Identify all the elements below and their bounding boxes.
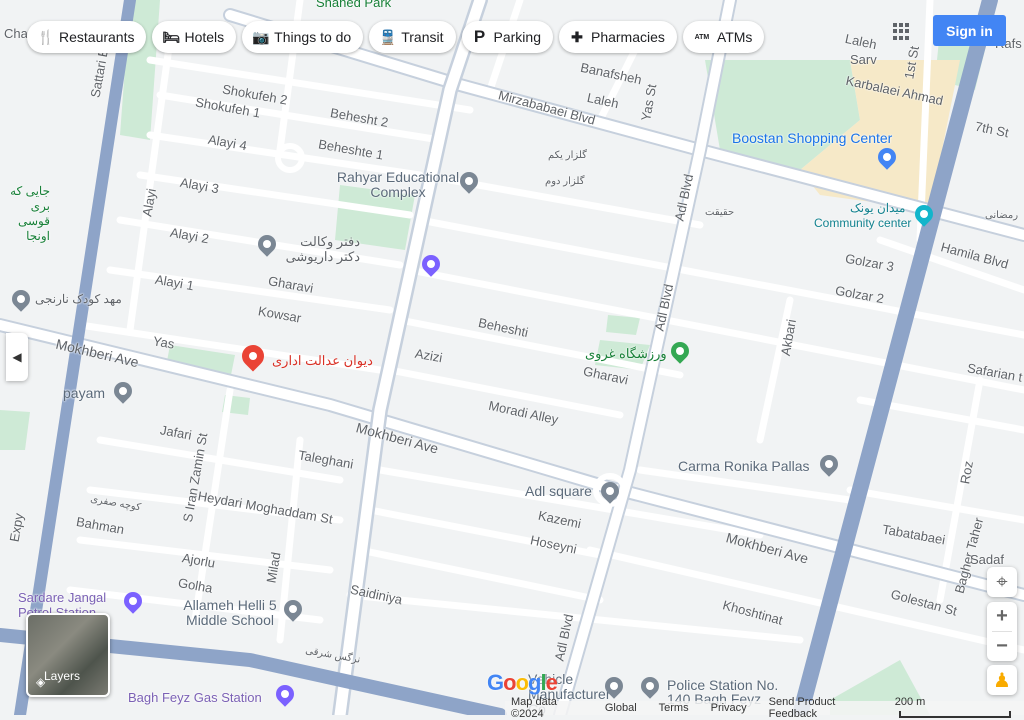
category-chips: 🍴 Restaurants 🛏 Hotels 📷 Things to do 🚆 Tran…: [27, 21, 765, 53]
scale-label: 200 m: [894, 696, 926, 708]
parking-icon: P: [473, 27, 486, 46]
scale-line: [898, 710, 1011, 718]
chip-label: Transit: [401, 29, 444, 45]
sign-in-button[interactable]: Sign in: [933, 15, 1006, 46]
map-canvas[interactable]: [0, 0, 1024, 715]
layers-label: ◈ Layers: [36, 669, 81, 689]
layers-button[interactable]: ◈ Layers: [26, 613, 110, 697]
label-ramazani: رمضانی: [985, 210, 1019, 221]
chip-label: Parking: [493, 29, 541, 45]
chevron-left-icon: ◀: [12, 350, 22, 364]
chip-parking[interactable]: P Parking: [461, 21, 553, 53]
chip-hotels[interactable]: 🛏 Hotels: [152, 21, 237, 53]
label-sarv: Sarv: [850, 52, 877, 67]
poi-bagh-feyz[interactable]: Bagh Feyz Gas Station: [128, 690, 262, 705]
chip-label: ATMs: [716, 29, 753, 45]
zoom-controls: + −: [987, 602, 1017, 661]
my-location-button[interactable]: ⌖: [987, 567, 1017, 597]
google-logo: Google: [487, 670, 558, 695]
layers-text: Layers: [44, 669, 81, 683]
global-link[interactable]: Global: [605, 702, 637, 714]
poi-carma[interactable]: Carma Ronika Pallas: [678, 458, 810, 474]
map-footer: Map data ©2024 Global Terms Privacy Send…: [505, 696, 1024, 720]
camera-icon: 📷: [252, 28, 270, 45]
pegman-button[interactable]: ♟: [987, 665, 1017, 695]
poi-allameh[interactable]: Allameh Helli 5 Middle School: [180, 598, 280, 628]
label-golzar-fa2: گلزار دوم: [545, 176, 585, 187]
pharmacy-icon: ✚: [571, 28, 583, 45]
poi-boostan[interactable]: Boostan Shopping Center: [732, 130, 892, 146]
poi-community-fa[interactable]: میدان یونک: [850, 201, 905, 215]
poi-divan[interactable]: دیوان عدالت اداری: [272, 353, 373, 369]
collapse-panel-button[interactable]: ◀: [6, 333, 28, 381]
poi-adl-square[interactable]: Adl square: [525, 483, 592, 499]
apps-grid-icon[interactable]: [893, 23, 910, 40]
poi-left-fa[interactable]: جایی که بری قوسی اونجا: [5, 184, 50, 244]
poi-community[interactable]: Community center: [814, 216, 911, 230]
poi-daftar[interactable]: دفتر وکالت دکتر داریوشی: [280, 234, 360, 264]
label-haghghat: حقیقت: [705, 207, 735, 218]
chip-atms[interactable]: ATM ATMs: [682, 21, 765, 53]
zoom-out-button[interactable]: −: [996, 632, 1008, 661]
chip-label: Restaurants: [59, 29, 135, 45]
chip-transit[interactable]: 🚆 Transit: [369, 21, 456, 53]
crosshair-icon: ⌖: [996, 570, 1008, 593]
feedback-link[interactable]: Send Product Feedback: [769, 696, 873, 720]
label-sadaf: Sadaf: [970, 552, 1004, 567]
chip-label: Things to do: [274, 29, 352, 45]
chip-label: Hotels: [184, 29, 225, 45]
poi-mahd[interactable]: مهد کودک نارنجی: [35, 292, 122, 306]
chip-label: Pharmacies: [590, 29, 665, 45]
scale-bar[interactable]: 200 m: [895, 696, 1024, 720]
chip-things-to-do[interactable]: 📷 Things to do: [242, 21, 364, 53]
zoom-in-button[interactable]: +: [996, 602, 1008, 631]
poi-payam[interactable]: payam: [63, 385, 105, 401]
train-icon: 🚆: [379, 28, 397, 45]
poi-rahyar[interactable]: Rahyar Educational Complex: [328, 170, 468, 200]
terms-link[interactable]: Terms: [659, 702, 689, 714]
privacy-link[interactable]: Privacy: [711, 702, 747, 714]
label-shahed-park: Shahed Park: [316, 0, 392, 10]
label-cha: Cha: [4, 26, 28, 41]
bed-icon: 🛏: [162, 28, 181, 45]
label-golzar-fa: گلزار یکم: [548, 150, 587, 161]
poi-varzeshgah[interactable]: ورزشگاه غروی: [585, 346, 667, 362]
pegman-icon: ♟: [993, 669, 1011, 692]
chip-pharmacies[interactable]: ✚ Pharmacies: [558, 21, 677, 53]
atm-icon: ATM: [694, 33, 710, 41]
map-data-attribution: Map data ©2024: [511, 696, 557, 720]
chip-restaurants[interactable]: 🍴 Restaurants: [27, 21, 147, 53]
fork-knife-icon: 🍴: [37, 28, 55, 45]
